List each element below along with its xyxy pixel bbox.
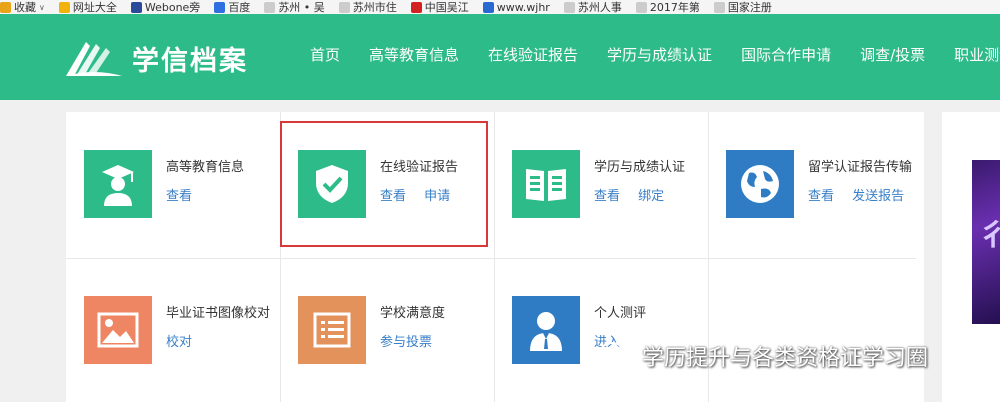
bookmark-label: 百度 xyxy=(228,1,251,14)
nav-survey[interactable]: 调查/投票 xyxy=(860,44,925,65)
bookmark-favicon-icon xyxy=(0,1,11,13)
tile-title: 留学认证报告传输 xyxy=(808,160,913,175)
watermark: 学历提升与各类资格证学习圈 xyxy=(598,340,928,372)
bookmark-item[interactable]: 2017年第 xyxy=(635,0,700,14)
nav-certification[interactable]: 学历与成绩认证 xyxy=(607,44,712,65)
nav-career-test[interactable]: 职业测评 xyxy=(954,44,1000,65)
view-link[interactable]: 查看 xyxy=(808,189,834,204)
bookmark-favicon-icon xyxy=(410,1,422,13)
bookmark-item[interactable]: 收藏 ∨ xyxy=(0,0,45,14)
site-header: 学信档案 首页 高等教育信息 在线验证报告 学历与成绩认证 国际合作申请 调查/… xyxy=(0,14,1000,100)
tile-title: 学校满意度 xyxy=(380,306,446,321)
book-icon xyxy=(512,150,580,218)
globe-icon xyxy=(726,150,794,218)
tile-links: 查看 发送报告 xyxy=(808,185,918,204)
bookmark-label: 苏州 • 吴 xyxy=(278,1,325,14)
bookmark-item[interactable]: 苏州市住 xyxy=(338,0,397,14)
bookmark-label: 中国吴江 xyxy=(424,1,469,14)
tile-diploma-check[interactable]: 毕业证书图像校对 校对 xyxy=(66,258,280,402)
bookmark-label: www.wjhr xyxy=(496,0,550,14)
nav-higher-education[interactable]: 高等教育信息 xyxy=(369,44,459,65)
bookmark-label: Webone旁 xyxy=(144,1,201,14)
site-logo[interactable]: 学信档案 xyxy=(64,38,248,78)
bookmark-favicon-icon xyxy=(338,1,350,13)
tile-title: 毕业证书图像校对 xyxy=(166,306,271,321)
bookmark-favicon-icon xyxy=(635,1,647,13)
tile-title: 学历与成绩认证 xyxy=(594,160,686,175)
bookmark-item[interactable]: 中国吴江 xyxy=(410,0,469,14)
bookmark-favicon-icon xyxy=(482,1,494,13)
bookmark-favicon-icon xyxy=(130,1,142,13)
main-nav: 首页 高等教育信息 在线验证报告 学历与成绩认证 国际合作申请 调查/投票 职业… xyxy=(310,44,1000,65)
tile-school-satisfaction[interactable]: 学校满意度 参与投票 xyxy=(280,258,494,402)
tile-title: 个人测评 xyxy=(594,306,647,321)
view-link[interactable]: 查看 xyxy=(166,189,192,204)
bookmark-label: 苏州市住 xyxy=(352,1,397,14)
bookmark-label: 国家注册 xyxy=(727,1,772,14)
logo-book-icon xyxy=(66,42,122,76)
chevron-down-icon[interactable]: ∨ xyxy=(39,3,45,12)
person-icon xyxy=(512,296,580,364)
vote-link[interactable]: 参与投票 xyxy=(380,335,432,350)
side-banner[interactable]: 彳 xyxy=(972,160,1000,324)
bookmark-label: 网址大全 xyxy=(72,1,117,14)
bookmark-favicon-icon xyxy=(264,1,276,13)
bookmark-label: 收藏 xyxy=(14,1,36,14)
bookmark-item[interactable]: Webone旁 xyxy=(130,0,201,14)
image-icon xyxy=(84,296,152,364)
tile-links: 查看 绑定 xyxy=(594,185,678,204)
bookmark-item[interactable]: 百度 xyxy=(214,0,250,14)
bookmark-label: 苏州人事 xyxy=(577,1,622,14)
bookmark-item[interactable]: 苏州人事 xyxy=(563,0,622,14)
bookmark-item[interactable]: 苏州 • 吴 xyxy=(264,0,325,14)
nav-home[interactable]: 首页 xyxy=(310,44,340,65)
bookmark-item[interactable]: www.wjhr xyxy=(482,0,550,14)
tile-study-abroad-report[interactable]: 留学认证报告传输 查看 发送报告 xyxy=(708,112,922,258)
bookmark-item[interactable]: 国家注册 xyxy=(713,0,772,14)
bookmark-favicon-icon xyxy=(713,1,725,13)
bookmark-favicon-icon xyxy=(214,1,226,13)
logo-text: 学信档案 xyxy=(132,45,248,77)
bookmark-favicon-icon xyxy=(563,1,575,13)
graduate-icon xyxy=(84,150,152,218)
bookmarks-bar: 收藏 ∨ 网址大全 Webone旁 百度 苏州 • 吴 苏州市住 中国吴江 www.wjhr 苏州… xyxy=(0,0,1000,14)
tile-links: 校对 xyxy=(166,331,206,350)
nav-online-verification[interactable]: 在线验证报告 xyxy=(488,44,578,65)
banner-glyph: 彳 xyxy=(978,218,1000,253)
tile-title: 高等教育信息 xyxy=(166,160,245,175)
verify-link[interactable]: 校对 xyxy=(166,335,192,350)
bookmark-label: 2017年第 xyxy=(649,1,700,14)
tile-certification[interactable]: 学历与成绩认证 查看 绑定 xyxy=(494,112,708,258)
bind-link[interactable]: 绑定 xyxy=(638,189,664,204)
tile-links: 查看 xyxy=(166,185,206,204)
tile-links: 参与投票 xyxy=(380,331,446,350)
tile-personal-assessment[interactable]: 个人测评 进入 xyxy=(494,258,708,402)
wechat-icon xyxy=(599,342,633,369)
bookmark-item[interactable]: 网址大全 xyxy=(58,0,117,14)
send-report-link[interactable]: 发送报告 xyxy=(852,189,904,204)
watermark-text: 学历提升与各类资格证学习圈 xyxy=(642,346,929,371)
highlight-frame xyxy=(280,121,488,247)
bookmark-favicon-icon xyxy=(58,1,70,13)
view-link[interactable]: 查看 xyxy=(594,189,620,204)
tile-higher-education[interactable]: 高等教育信息 查看 xyxy=(66,112,280,258)
nav-international[interactable]: 国际合作申请 xyxy=(741,44,831,65)
list-icon xyxy=(298,296,366,364)
